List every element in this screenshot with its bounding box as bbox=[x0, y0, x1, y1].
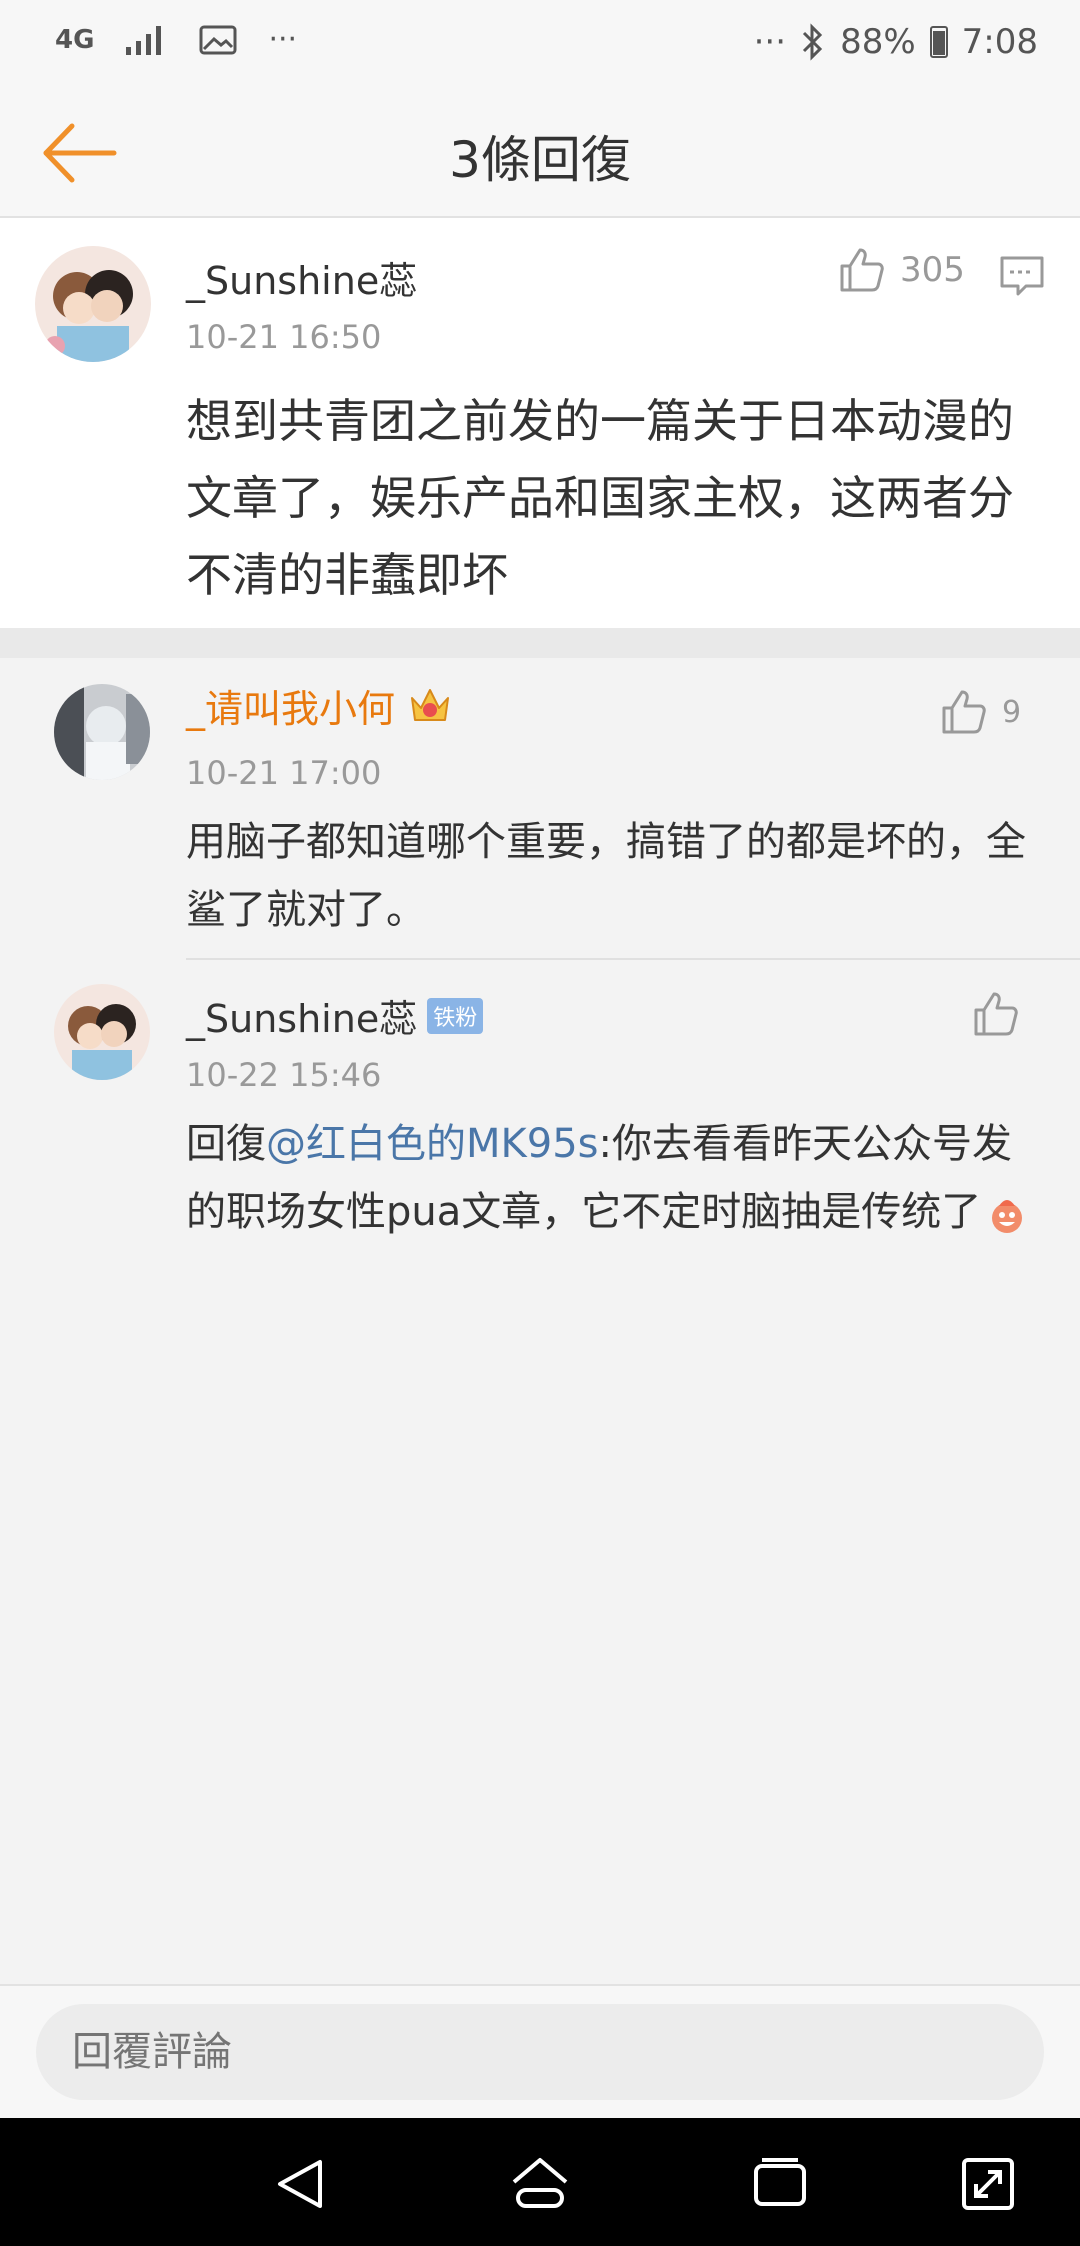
bluetooth-icon bbox=[803, 23, 823, 61]
reply-input-bar bbox=[0, 1984, 1080, 2118]
clock: 7:08 bbox=[961, 22, 1038, 62]
mention-link[interactable]: @红白色的MK95s bbox=[266, 1121, 598, 1167]
like-count: 305 bbox=[900, 250, 965, 290]
section-divider bbox=[0, 628, 1080, 658]
comment-text: 想到共青团之前发的一篇关于日本动漫的文章了，娱乐产品和国家主权，这两者分不清的非… bbox=[186, 394, 1014, 602]
like-count: 9 bbox=[1002, 694, 1022, 730]
reply-text: 用脑子都知道哪个重要，搞错了的都是坏的，全鲨了就对了。 bbox=[186, 819, 1026, 933]
reply-divider bbox=[186, 958, 1080, 960]
username[interactable]: _Sunshine蕊 bbox=[186, 988, 417, 1043]
crown-badge-icon bbox=[411, 688, 450, 721]
reply-text: 回復@红白色的MK95s:你去看看昨天公众号发的职场女性pua文章，它不定时脑抽… bbox=[186, 1110, 1046, 1246]
more-notifications: ··· bbox=[268, 22, 298, 57]
battery-icon bbox=[929, 26, 948, 58]
like-button[interactable]: 9 bbox=[940, 688, 1021, 736]
nav-home-icon[interactable] bbox=[508, 2152, 572, 2216]
image-notification-icon bbox=[199, 25, 237, 54]
page-title: 3條回復 bbox=[449, 131, 631, 189]
nav-recents-icon[interactable] bbox=[748, 2152, 812, 2216]
main-comment: _Sunshine蕊 10-21 16:50 305 想到共青团之前发的一篇关于… bbox=[0, 218, 1080, 628]
thumbs-up-icon bbox=[974, 992, 1018, 1036]
thumbs-up-icon bbox=[942, 690, 986, 734]
timestamp: 10-21 17:00 bbox=[186, 754, 382, 792]
username[interactable]: _Sunshine蕊 bbox=[186, 250, 417, 305]
comment-icon[interactable] bbox=[998, 254, 1046, 298]
network-label: 4G bbox=[55, 24, 95, 55]
avatar[interactable] bbox=[54, 984, 150, 1080]
reply-list: _请叫我小何 10-21 17:00 9 用脑子都知道哪个重要，搞错了的都是坏的… bbox=[0, 658, 1080, 1984]
avatar[interactable] bbox=[35, 246, 151, 362]
like-button[interactable] bbox=[972, 990, 1020, 1038]
more-status: ··· bbox=[753, 22, 787, 62]
like-button[interactable]: 305 bbox=[838, 246, 965, 294]
top-nav-bar: 3條回復 bbox=[0, 90, 1080, 218]
system-nav-bar bbox=[0, 2118, 1080, 2246]
timestamp: 10-22 15:46 bbox=[186, 1056, 382, 1094]
username[interactable]: _请叫我小何 bbox=[186, 678, 395, 733]
reply-input[interactable] bbox=[36, 2004, 1044, 2100]
thumbs-up-icon bbox=[840, 248, 884, 292]
nav-back-icon[interactable] bbox=[270, 2152, 334, 2216]
timestamp: 10-21 16:50 bbox=[186, 318, 382, 356]
emoji-icon bbox=[992, 1200, 1023, 1233]
signal-icon bbox=[126, 25, 162, 55]
status-bar: 4G ··· ··· 88% 7:08 bbox=[0, 0, 1080, 90]
battery-percent: 88% bbox=[840, 22, 916, 62]
fan-badge: 铁粉 bbox=[427, 997, 484, 1034]
avatar[interactable] bbox=[54, 684, 150, 780]
reply-prefix: 回復 bbox=[186, 1121, 266, 1167]
nav-expand-icon[interactable] bbox=[956, 2152, 1020, 2216]
